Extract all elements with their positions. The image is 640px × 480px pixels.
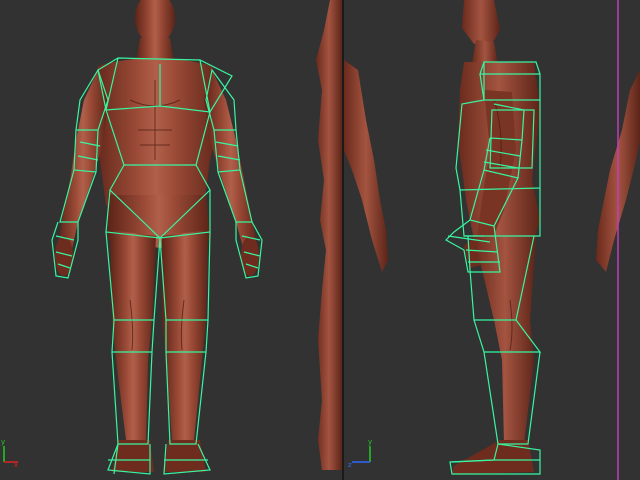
side-view-canvas[interactable]: y z xyxy=(344,0,640,480)
offscreen-figure-right xyxy=(316,0,342,470)
anatomy-model-front xyxy=(55,0,259,472)
axis-z-label: z xyxy=(348,461,352,469)
axis-y-label: y xyxy=(1,438,5,446)
side-viewport[interactable]: y z xyxy=(344,0,640,480)
axis-y-label-side: y xyxy=(368,438,372,446)
axis-x-label: x xyxy=(14,461,18,469)
front-view-canvas[interactable]: y x xyxy=(0,0,342,480)
front-viewport[interactable]: y x xyxy=(0,0,342,480)
offscreen-figure-left xyxy=(344,60,388,272)
axis-gizmo-side: y z xyxy=(348,438,372,469)
axis-gizmo-front: y x xyxy=(1,438,18,469)
